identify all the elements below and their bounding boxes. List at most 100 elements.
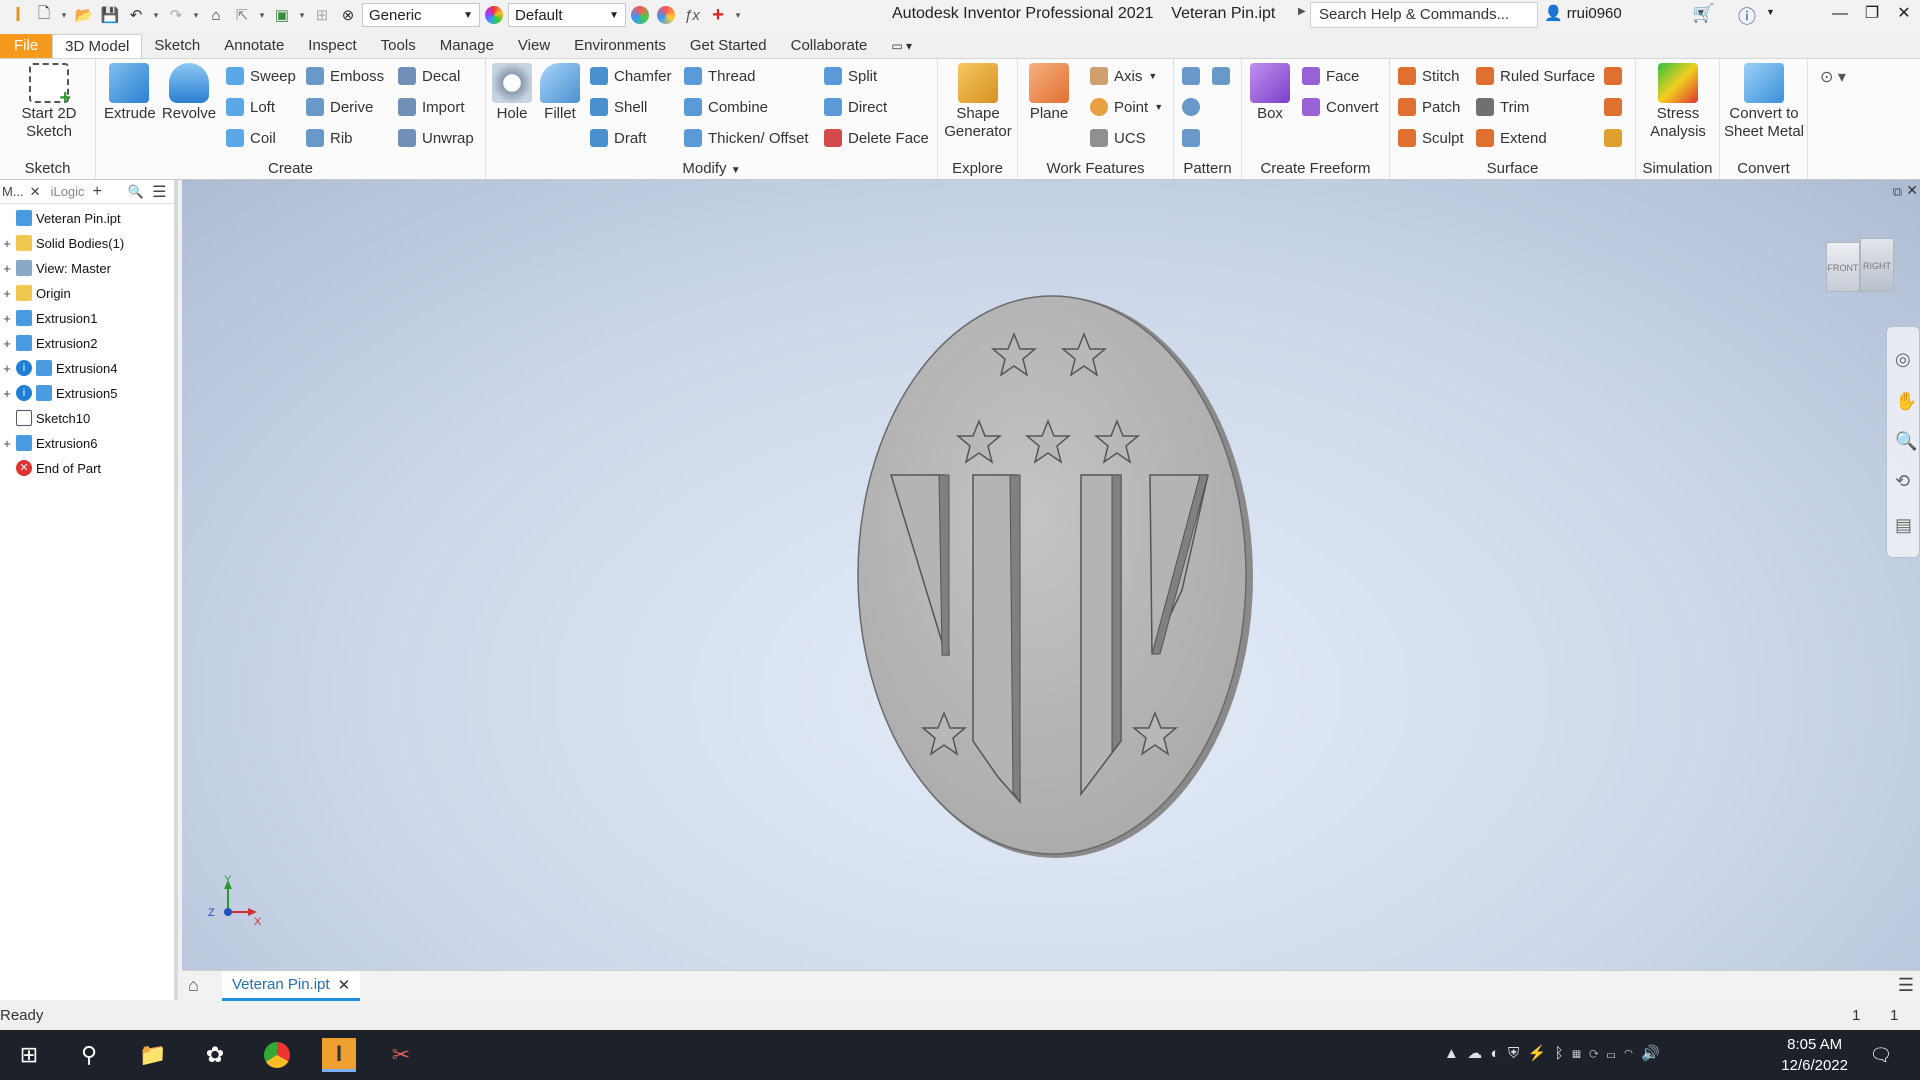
coil-button[interactable]: Coil (226, 127, 276, 149)
file-explorer-icon[interactable]: 📁 (136, 1038, 170, 1072)
inventor-logo-icon[interactable]: I (6, 3, 30, 27)
chevron-down-icon[interactable]: ▾ (150, 3, 162, 27)
chevron-down-icon[interactable]: ▾ (256, 3, 268, 27)
expand-icon[interactable]: + (0, 361, 14, 376)
bluetooth-icon[interactable]: ᛒ (1555, 1045, 1564, 1062)
sculpt-button[interactable]: Sculpt (1398, 127, 1464, 149)
fillet-button[interactable]: Fillet (538, 63, 582, 123)
chamfer-button[interactable]: Chamfer (590, 65, 672, 87)
tree-item-solid-bodies[interactable]: + Solid Bodies(1) (0, 232, 124, 254)
axis-button[interactable]: Axis ▼ (1090, 65, 1157, 87)
user-account[interactable]: 👤 rrui0960 ▼ (1544, 4, 1706, 23)
viewport-close-icon[interactable]: ✕ (1906, 182, 1918, 199)
help-search-input[interactable]: Search Help & Commands... (1310, 2, 1538, 28)
sync-icon[interactable]: ◐ (1491, 1045, 1500, 1062)
viewport-maximize-icon[interactable]: ⧉ (1893, 184, 1902, 200)
draft-button[interactable]: Draft (590, 127, 647, 149)
tab-inspect[interactable]: Inspect (296, 34, 368, 58)
tab-view[interactable]: View (506, 34, 562, 58)
veteran-pin-body[interactable] (857, 295, 1247, 855)
battery-icon[interactable]: ▭ (1607, 1045, 1616, 1062)
expand-arrow-icon[interactable]: ▶ (1298, 6, 1306, 17)
close-icon[interactable]: ✕ (1888, 0, 1920, 30)
close-icon[interactable]: ✕ (338, 976, 351, 994)
stitch-button[interactable]: Stitch (1398, 65, 1460, 87)
restore-icon[interactable]: ❐ (1856, 0, 1888, 30)
stress-analysis-button[interactable]: Stress Analysis (1640, 63, 1716, 141)
material-select[interactable]: Default ▼ (508, 3, 626, 27)
tab-3d-model[interactable]: 3D Model (52, 33, 143, 59)
update-icon[interactable]: ▣ (270, 3, 294, 27)
tab-manage[interactable]: Manage (428, 34, 506, 58)
rib-button[interactable]: Rib (306, 127, 353, 149)
update-icon[interactable]: ⟳ (1589, 1045, 1598, 1062)
start-2d-sketch-button[interactable]: + Start 2D Sketch (6, 63, 92, 141)
notifications-icon[interactable]: 🗨 (1864, 1038, 1898, 1072)
shape-generator-button[interactable]: Shape Generator (942, 63, 1014, 141)
add-icon[interactable]: + (706, 3, 730, 27)
chevron-down-icon[interactable]: ▾ (58, 3, 70, 27)
appearance-select[interactable]: Generic ▼ (362, 3, 480, 27)
combine-button[interactable]: Combine (684, 96, 768, 118)
sketch-pattern-button[interactable] (1182, 127, 1200, 149)
plane-button[interactable]: Plane (1024, 63, 1074, 123)
adjust-appearance-icon[interactable] (628, 3, 652, 27)
rectangular-pattern-button[interactable] (1182, 65, 1200, 87)
face-button[interactable]: Face (1302, 65, 1359, 87)
sweep-button[interactable]: Sweep (226, 65, 296, 87)
close-icon[interactable]: ✕ (30, 184, 41, 200)
undo-icon[interactable]: ↶ (124, 3, 148, 27)
tree-item-extrusion1[interactable]: + Extrusion1 (0, 307, 97, 329)
emboss-button[interactable]: Emboss (306, 65, 384, 87)
security-icon[interactable]: ⛨ (1508, 1045, 1519, 1062)
ruled-surface-button[interactable]: Ruled Surface (1476, 65, 1595, 87)
add-tab-icon[interactable]: + (93, 183, 102, 201)
color-wheel-icon[interactable] (482, 3, 506, 27)
onedrive-icon[interactable]: ☁ (1467, 1045, 1482, 1062)
viewcube-front[interactable]: FRONT (1826, 242, 1860, 292)
customize-qat-icon[interactable]: ▾ (732, 3, 744, 27)
google-drive-icon[interactable]: ▲ (1444, 1045, 1459, 1062)
hole-button[interactable]: Hole (490, 63, 534, 123)
shell-button[interactable]: Shell (590, 96, 647, 118)
network-adapter-icon[interactable]: ▦ (1572, 1045, 1581, 1062)
tree-item-extrusion6[interactable]: + Extrusion6 (0, 432, 97, 454)
tab-sketch[interactable]: Sketch (142, 34, 212, 58)
volume-icon[interactable]: 🔊 (1641, 1045, 1660, 1062)
help-icon[interactable]: ⓘ (1738, 3, 1756, 29)
tree-item-origin[interactable]: + Origin (0, 282, 71, 304)
derive-button[interactable]: Derive (306, 96, 373, 118)
new-file-icon[interactable]: 🗋 (32, 3, 56, 27)
menu-icon[interactable]: ☰ (152, 182, 166, 202)
loft-button[interactable]: Loft (226, 96, 275, 118)
chrome-icon[interactable] (260, 1038, 294, 1072)
inventor-taskbar-icon[interactable]: I (322, 1038, 356, 1072)
delete-face-button[interactable]: Delete Face (824, 127, 929, 149)
pan-icon[interactable]: ✋ (1895, 391, 1917, 412)
tree-item-extrusion2[interactable]: + Extrusion2 (0, 332, 97, 354)
convert-to-sheet-metal-button[interactable]: Convert to Sheet Metal (1722, 63, 1806, 141)
expand-icon[interactable]: + (0, 311, 14, 326)
expand-icon[interactable]: + (0, 286, 14, 301)
orbit-icon[interactable]: ⟲ (1895, 471, 1910, 492)
expand-icon[interactable]: + (0, 261, 14, 276)
redo-icon[interactable]: ↷ (164, 3, 188, 27)
wifi-icon[interactable]: ◠ (1624, 1045, 1633, 1062)
box-button[interactable]: Box (1248, 63, 1292, 123)
clear-appearance-icon[interactable]: ⊗ (336, 3, 360, 27)
search-icon[interactable]: 🔍 (128, 184, 144, 200)
tree-item-root[interactable]: Veteran Pin.ipt (0, 207, 121, 229)
measure-icon[interactable]: ⊞ (310, 3, 334, 27)
tab-model[interactable]: M... (2, 184, 24, 199)
tree-item-sketch10[interactable]: Sketch10 (0, 407, 90, 429)
snip-tool-icon[interactable]: ✂ (384, 1038, 418, 1072)
surface-tool-3-button[interactable] (1604, 127, 1622, 149)
power-icon[interactable]: ⚡ (1528, 1045, 1547, 1062)
viewcube[interactable]: FRONT RIGHT (1826, 238, 1894, 296)
revolve-button[interactable]: Revolve (160, 63, 218, 123)
minimize-icon[interactable]: — (1824, 0, 1856, 30)
tab-annotate[interactable]: Annotate (212, 34, 296, 58)
thread-button[interactable]: Thread (684, 65, 756, 87)
ribbon-options-icon[interactable]: ⊙ ▾ (1820, 67, 1846, 87)
ribbon-display-toggle[interactable]: ▭ ▾ (879, 34, 924, 58)
